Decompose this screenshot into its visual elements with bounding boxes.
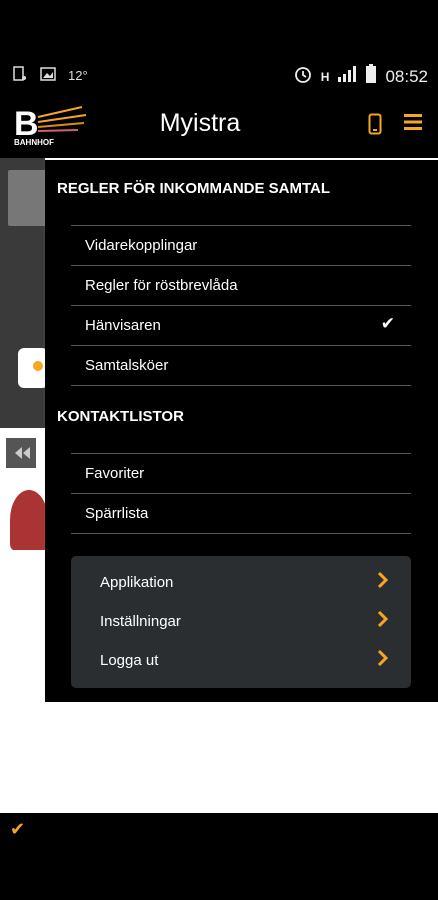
bottom-bar: ✔ — [0, 813, 438, 900]
rewind-icon — [6, 438, 36, 468]
signal-icon — [337, 65, 357, 88]
section-header-contacts: KONTAKTLISTOR — [57, 408, 184, 425]
chevron-right-icon — [376, 610, 390, 628]
app-title: Myistra — [159, 109, 241, 137]
dropdown-menu: REGLER FÖR INKOMMANDE SAMTAL Vidarekoppl… — [45, 160, 438, 702]
notification-icon — [12, 66, 28, 85]
alarm-icon — [293, 64, 313, 89]
temperature-text: 12° — [68, 68, 88, 83]
battery-icon — [365, 64, 377, 89]
menu-item-favoriter[interactable]: Favoriter — [71, 453, 411, 493]
menu-item-label: Hänvisaren — [85, 317, 161, 334]
menu-item-label: Inställningar — [100, 612, 181, 630]
menu-item-hanvisaren[interactable]: Hänvisaren ✔ — [71, 305, 411, 345]
divider — [71, 385, 411, 386]
avatar — [8, 170, 48, 226]
clock-text: 08:52 — [385, 66, 428, 86]
settings-panel: Applikation Inställningar Logga ut — [71, 556, 411, 688]
menu-item-label: Spärrlista — [85, 505, 149, 522]
menu-item-label: Regler för röstbrevlåda — [85, 277, 238, 294]
menu-item-installningar[interactable]: Inställningar — [100, 602, 390, 640]
menu-item-vidarekopplingar[interactable]: Vidarekopplingar — [71, 225, 411, 265]
checkmark-icon: ✔ — [10, 819, 26, 839]
menu-item-label: Favoriter — [85, 465, 145, 482]
svg-text:BAHNHOF: BAHNHOF — [14, 138, 54, 147]
phone-icon[interactable] — [368, 113, 382, 135]
divider — [71, 533, 411, 534]
contact-chip — [18, 348, 48, 388]
menu-item-label: Applikation — [100, 573, 174, 591]
menu-item-sparrlista[interactable]: Spärrlista — [71, 493, 411, 533]
status-bar: 12° H 08:52 — [0, 60, 438, 92]
image-icon — [40, 66, 56, 85]
chevron-right-icon — [376, 571, 390, 589]
avatar — [10, 490, 48, 550]
menu-item-rostbrevlada[interactable]: Regler för röstbrevlåda — [71, 265, 411, 305]
network-type-text: H — [320, 69, 330, 84]
menu-item-label: Vidarekopplingar — [85, 237, 198, 254]
menu-item-applikation[interactable]: Applikation — [100, 563, 390, 601]
app-bar: B BAHNHOF Myistra — [0, 95, 438, 157]
menu-item-label: Samtalsköer — [85, 357, 169, 374]
checkmark-icon: ✔ — [380, 314, 395, 333]
hamburger-menu-icon[interactable] — [404, 113, 422, 131]
menu-item-label: Logga ut — [100, 651, 159, 669]
menu-item-logga-ut[interactable]: Logga ut — [100, 641, 390, 679]
menu-item-samtalskoer[interactable]: Samtalsköer — [71, 345, 411, 385]
chevron-right-icon — [376, 649, 390, 667]
section-header-incoming: REGLER FÖR INKOMMANDE SAMTAL — [57, 180, 331, 197]
